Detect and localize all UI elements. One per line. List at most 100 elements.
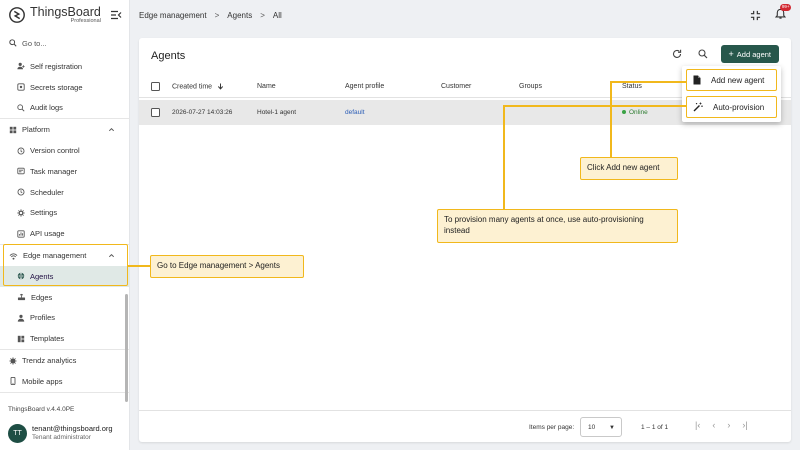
- sidebar-item-label: Self registration: [30, 61, 83, 71]
- menu-collapse-icon[interactable]: [110, 9, 122, 21]
- cell-agent-profile-link[interactable]: default: [345, 109, 365, 116]
- trendz-icon: [9, 356, 17, 365]
- column-agent-profile[interactable]: Agent profile: [345, 83, 384, 90]
- sidebar: ThingsBoard Professional Go to... Self r…: [0, 0, 130, 450]
- edge-icon: [9, 252, 18, 260]
- items-per-page-select[interactable]: 10 ▼: [580, 417, 622, 437]
- column-groups: Groups: [519, 83, 542, 90]
- sidebar-item-self-registration[interactable]: Self registration: [0, 56, 130, 77]
- sidebar-item-label: Platform: [22, 125, 50, 135]
- callout-navigate: Go to Edge management > Agents: [150, 255, 304, 278]
- column-created-time[interactable]: Created time: [172, 83, 224, 90]
- sidebar-item-label: Trendz analytics: [22, 356, 77, 366]
- sidebar-item-label: Edge management: [23, 251, 87, 261]
- audit-icon: [17, 104, 25, 112]
- user-role: Tenant administrator: [32, 434, 91, 442]
- sidebar-item-label: Version control: [30, 146, 80, 156]
- search-placeholder: Go to...: [22, 38, 47, 48]
- sidebar-item-label: Profiles: [30, 313, 56, 323]
- sidebar-item-label: Audit logs: [30, 103, 63, 113]
- menu-item-label: Add new agent: [711, 75, 765, 85]
- column-status[interactable]: Status: [622, 83, 642, 90]
- connector-add-horizontal: [610, 81, 686, 83]
- agent-icon: [17, 272, 25, 280]
- notification-badge: 99+: [780, 4, 791, 11]
- breadcrumb-all: All: [272, 10, 282, 20]
- add-agent-label: Add agent: [736, 49, 771, 59]
- sidebar-item-scheduler[interactable]: Scheduler: [0, 182, 130, 203]
- sidebar-item-edges[interactable]: Edges: [0, 287, 130, 308]
- connector-nav: [128, 265, 150, 267]
- sidebar-item-platform[interactable]: Platform: [0, 119, 130, 140]
- chevron-up-icon: [108, 128, 115, 132]
- sidebar-item-api-usage[interactable]: API usage: [0, 223, 130, 244]
- first-page-icon[interactable]: |‹: [695, 420, 700, 430]
- menu-item-add-new-agent[interactable]: Add new agent: [686, 69, 777, 91]
- last-page-icon[interactable]: ›|: [742, 420, 747, 430]
- prev-page-icon[interactable]: ‹: [712, 420, 715, 430]
- sidebar-item-mobile-apps[interactable]: Mobile apps: [0, 371, 130, 392]
- gear-icon: [17, 209, 25, 217]
- search-button[interactable]: [695, 46, 711, 62]
- items-per-page-label: Items per page:: [529, 424, 575, 431]
- user-menu[interactable]: TT tenant@thingsboard.org Tenant adminis…: [8, 424, 113, 443]
- sidebar-item-trendz-analytics[interactable]: Trendz analytics: [0, 350, 130, 371]
- select-all-checkbox[interactable]: [151, 82, 160, 91]
- brand-name: ThingsBoard: [30, 4, 101, 19]
- sidebar-item-profiles[interactable]: Profiles: [0, 308, 130, 329]
- sidebar-nav: Self registration Secrets storage Audit …: [0, 56, 130, 393]
- breadcrumb-agents[interactable]: Agents: [227, 11, 252, 20]
- callout-add-new-agent: Click Add new agent: [580, 157, 678, 180]
- notifications-button[interactable]: 99+: [774, 4, 791, 22]
- sidebar-item-label: Task manager: [30, 166, 78, 176]
- table-footer: Items per page: 10 ▼ 1 – 1 of 1 |‹ ‹ › ›…: [139, 410, 791, 442]
- callout-auto-provision: To provision many agents at once, use au…: [437, 209, 678, 243]
- top-bar: Edge management > Agents > All 99+: [130, 0, 800, 30]
- self-registration-icon: [17, 63, 25, 70]
- avatar: TT: [8, 424, 27, 443]
- refresh-button[interactable]: [669, 46, 685, 62]
- column-customer[interactable]: Customer: [441, 83, 471, 90]
- api-icon: [17, 230, 25, 238]
- sidebar-item-label: Settings: [30, 208, 58, 218]
- secrets-icon: [17, 83, 25, 91]
- menu-item-label: Auto-provision: [713, 102, 765, 112]
- breadcrumb-edge-management[interactable]: Edge management: [139, 11, 207, 20]
- connector-provision-horizontal: [503, 105, 686, 107]
- sidebar-item-settings[interactable]: Settings: [0, 203, 130, 224]
- sidebar-item-label: Agents: [30, 271, 54, 281]
- nav-search[interactable]: Go to...: [0, 34, 130, 52]
- next-page-icon[interactable]: ›: [727, 420, 730, 430]
- fullscreen-icon[interactable]: [750, 10, 761, 21]
- sidebar-item-audit-logs[interactable]: Audit logs: [0, 98, 130, 119]
- sidebar-scrollbar[interactable]: [125, 294, 128, 402]
- cell-created-time: 2026-07-27 14:03:26: [172, 109, 233, 116]
- row-checkbox[interactable]: [151, 108, 160, 117]
- column-name[interactable]: Name: [257, 83, 276, 90]
- app-version: ThingsBoard v.4.4.0PE: [8, 406, 75, 413]
- sidebar-item-label: API usage: [30, 229, 65, 239]
- menu-item-auto-provision[interactable]: Auto-provision: [686, 96, 777, 118]
- sidebar-item-edge-management[interactable]: Edge management: [0, 245, 130, 266]
- sidebar-item-label: Edges: [31, 292, 53, 302]
- plus-icon: +: [728, 49, 734, 59]
- sidebar-item-label: Secrets storage: [30, 82, 83, 92]
- items-per-page-value: 10: [588, 424, 596, 431]
- templates-icon: [17, 335, 25, 342]
- add-agent-menu: Add new agent Auto-provision: [682, 66, 781, 122]
- sidebar-item-version-control[interactable]: Version control: [0, 140, 130, 161]
- sidebar-item-label: Templates: [30, 334, 65, 344]
- cell-status: Online: [622, 109, 648, 116]
- sidebar-item-task-manager[interactable]: Task manager: [0, 161, 130, 182]
- breadcrumb-separator: >: [214, 10, 220, 20]
- sidebar-item-label: Mobile apps: [22, 376, 63, 386]
- sidebar-item-templates[interactable]: Templates: [0, 328, 130, 349]
- add-agent-button[interactable]: + Add agent: [720, 45, 779, 63]
- sidebar-item-agents[interactable]: Agents: [0, 265, 130, 287]
- task-icon: [17, 168, 25, 175]
- sidebar-item-secrets-storage[interactable]: Secrets storage: [0, 77, 130, 98]
- refresh-icon: [672, 49, 681, 58]
- breadcrumb-separator: >: [260, 10, 265, 20]
- page-title: Agents: [151, 50, 186, 62]
- magic-wand-icon: [693, 102, 703, 112]
